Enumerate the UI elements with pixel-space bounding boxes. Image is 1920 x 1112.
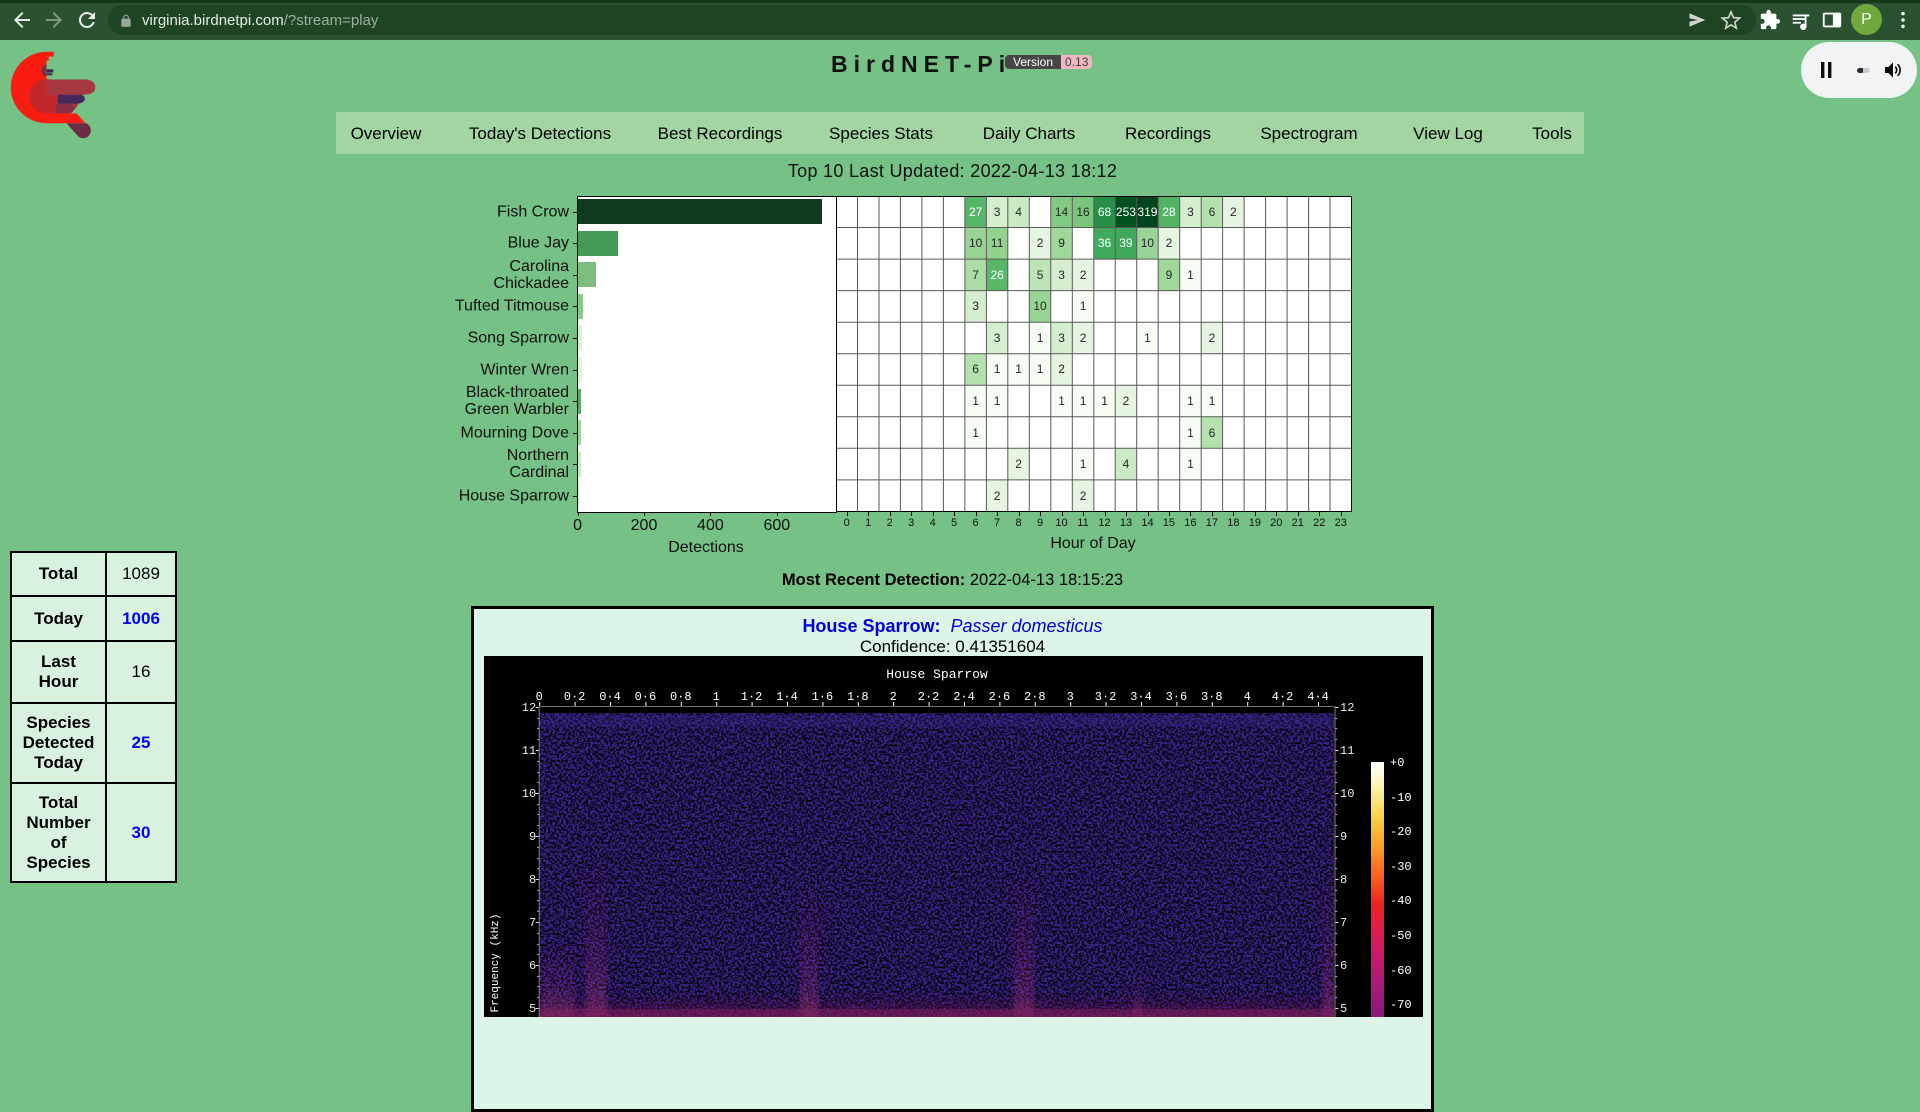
svg-text:12: 12 (522, 701, 536, 715)
svg-text:1·2: 1·2 (741, 690, 763, 704)
svg-text:-70: -70 (1390, 998, 1412, 1012)
svg-text:6: 6 (1340, 959, 1347, 973)
svg-text:-60: -60 (1390, 964, 1412, 978)
svg-text:1·6: 1·6 (812, 690, 834, 704)
svg-text:+0: +0 (1390, 756, 1404, 770)
svg-text:4·4: 4·4 (1307, 690, 1329, 704)
svg-text:8: 8 (529, 873, 536, 887)
svg-text:3·2: 3·2 (1095, 690, 1117, 704)
svg-text:7: 7 (529, 916, 536, 930)
svg-text:11: 11 (1340, 744, 1354, 758)
svg-text:7: 7 (1340, 916, 1347, 930)
svg-text:-40: -40 (1390, 894, 1412, 908)
svg-text:-30: -30 (1390, 860, 1412, 874)
svg-text:Frequency (kHz): Frequency (kHz) (490, 913, 502, 1012)
svg-text:2: 2 (890, 690, 897, 704)
svg-text:2·6: 2·6 (989, 690, 1011, 704)
svg-text:9: 9 (1340, 830, 1347, 844)
svg-text:-50: -50 (1390, 929, 1412, 943)
svg-text:3·8: 3·8 (1201, 690, 1223, 704)
svg-text:-10: -10 (1390, 791, 1412, 805)
svg-text:1: 1 (713, 690, 720, 704)
svg-text:5: 5 (1340, 1002, 1347, 1016)
svg-text:0·4: 0·4 (599, 690, 621, 704)
svg-text:4: 4 (1244, 690, 1251, 704)
svg-text:2·8: 2·8 (1024, 690, 1046, 704)
svg-text:2·2: 2·2 (918, 690, 940, 704)
svg-text:0·2: 0·2 (564, 690, 586, 704)
svg-text:2·4: 2·4 (953, 690, 975, 704)
svg-text:1·8: 1·8 (847, 690, 869, 704)
svg-text:11: 11 (522, 744, 536, 758)
svg-text:12: 12 (1340, 701, 1354, 715)
svg-text:4·2: 4·2 (1272, 690, 1294, 704)
svg-text:0: 0 (536, 690, 543, 704)
svg-text:8: 8 (1340, 873, 1347, 887)
svg-text:-20: -20 (1390, 825, 1412, 839)
svg-text:10: 10 (1340, 787, 1354, 801)
svg-text:0·6: 0·6 (635, 690, 657, 704)
svg-text:3: 3 (1067, 690, 1074, 704)
svg-text:3·4: 3·4 (1130, 690, 1152, 704)
svg-text:3·6: 3·6 (1166, 690, 1188, 704)
svg-text:9: 9 (529, 830, 536, 844)
svg-text:0·8: 0·8 (670, 690, 692, 704)
svg-text:1·4: 1·4 (776, 690, 798, 704)
svg-text:House Sparrow: House Sparrow (886, 667, 988, 682)
svg-text:10: 10 (522, 787, 536, 801)
svg-text:6: 6 (529, 959, 536, 973)
svg-text:5: 5 (529, 1002, 536, 1016)
